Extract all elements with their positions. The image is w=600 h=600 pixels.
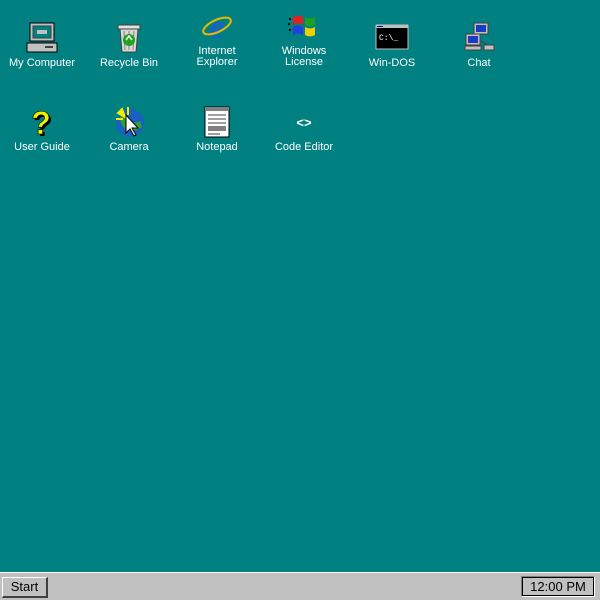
desktop-icon-recycle-bin[interactable]: Recycle Bin xyxy=(87,20,171,90)
icon-label: Notepad xyxy=(196,141,238,153)
desktop-icon-camera[interactable]: Camera xyxy=(87,104,171,174)
icon-label: Code Editor xyxy=(274,141,334,153)
notepad-icon xyxy=(199,104,235,140)
internet-explorer-icon: e xyxy=(199,8,235,44)
icon-label: Camera xyxy=(109,141,149,153)
desktop-icon-chat[interactable]: Chat xyxy=(437,20,521,90)
start-button[interactable]: Start xyxy=(2,577,48,598)
svg-text:?: ? xyxy=(31,105,51,139)
windows-logo-icon xyxy=(286,8,322,44)
desktop-icon-user-guide[interactable]: ? ? User Guide xyxy=(0,104,84,174)
icon-label: Internet Explorer xyxy=(196,45,238,68)
desktop: My Computer Recycle Bin e Internet Explo… xyxy=(0,0,600,572)
desktop-icon-my-computer[interactable]: My Computer xyxy=(0,20,84,90)
desktop-icon-notepad[interactable]: Notepad xyxy=(175,104,259,174)
icon-label: Chat xyxy=(467,57,491,69)
icon-label: My Computer xyxy=(8,57,76,69)
network-computers-icon xyxy=(461,20,497,56)
question-mark-icon: ? ? xyxy=(24,104,60,140)
dos-prompt-text: C:\_ xyxy=(379,34,398,43)
code-glyph: <> xyxy=(296,114,312,130)
desktop-icon-code-editor[interactable]: <> Code Editor xyxy=(262,104,346,174)
camera-icon xyxy=(111,104,147,140)
dos-prompt-icon: C:\_ xyxy=(374,20,410,56)
system-tray-clock[interactable]: 12:00 PM xyxy=(521,576,595,597)
taskbar: Start 12:00 PM xyxy=(0,572,600,600)
code-brackets-icon: <> xyxy=(286,104,322,140)
desktop-icon-win-dos[interactable]: C:\_ Win-DOS xyxy=(350,20,434,90)
desktop-icon-windows-license[interactable]: Windows License xyxy=(262,8,346,78)
icon-label: Win-DOS xyxy=(368,57,416,69)
recycle-bin-icon xyxy=(111,20,147,56)
icon-label: Recycle Bin xyxy=(99,57,159,69)
icon-label: Windows License xyxy=(281,45,327,68)
computer-icon xyxy=(24,20,60,56)
svg-text:e: e xyxy=(209,9,224,43)
desktop-icon-internet-explorer[interactable]: e Internet Explorer xyxy=(175,8,259,78)
icon-label: User Guide xyxy=(14,141,70,153)
